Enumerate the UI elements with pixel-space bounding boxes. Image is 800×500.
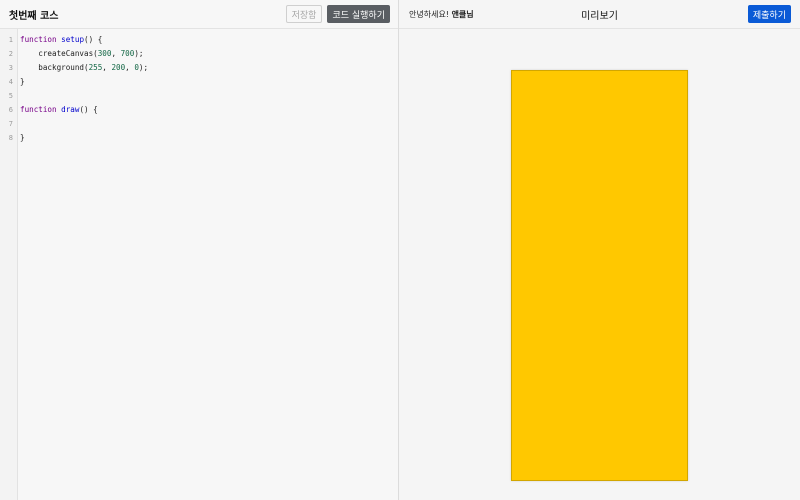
code-text: , (125, 63, 135, 72)
user-greeting: 안녕하세요! 앤클님 (409, 9, 474, 20)
preview-header: 안녕하세요! 앤클님 미리보기 제출하기 (399, 0, 800, 29)
editor-actions: 저장함 코드 실행하기 (285, 5, 390, 23)
line-number: 3 (8, 64, 13, 72)
code-line-5[interactable] (20, 89, 398, 103)
run-code-button[interactable]: 코드 실행하기 (327, 5, 390, 23)
line-number: 4 (8, 78, 13, 86)
line-number: 8 (8, 134, 13, 142)
line-number: 7 (8, 120, 13, 128)
code-text: () { (84, 35, 103, 44)
code-line-1[interactable]: function setup() { (20, 33, 398, 47)
submit-button[interactable]: 제출하기 (747, 5, 791, 23)
code-text: background( (20, 63, 89, 72)
code-editor[interactable]: 1 2 3 4 5 6 7 8 function setup() { creat… (0, 29, 398, 500)
editor-header: 첫번째 코스 저장함 코드 실행하기 (0, 0, 398, 29)
preview-pane: 안녕하세요! 앤클님 미리보기 제출하기 (399, 0, 800, 500)
save-button[interactable]: 저장함 (285, 5, 323, 23)
code-line-6[interactable]: function draw() { (20, 103, 398, 117)
sketch-canvas[interactable] (511, 70, 688, 481)
line-number: 6 (8, 106, 13, 114)
code-number: 255 (88, 63, 103, 72)
code-text: () { (79, 105, 98, 114)
code-line-2[interactable]: createCanvas(300, 700); (20, 47, 398, 61)
code-function-name: setup (61, 35, 85, 44)
code-text: , (111, 49, 121, 58)
code-content[interactable]: function setup() { createCanvas(300, 700… (18, 29, 398, 500)
course-title: 첫번째 코스 (9, 10, 59, 22)
line-number-gutter: 1 2 3 4 5 6 7 8 (0, 29, 18, 500)
code-number: 200 (111, 63, 126, 72)
code-line-4[interactable]: } (20, 75, 398, 89)
code-text: ); (134, 49, 144, 58)
code-function-name: draw (61, 105, 80, 114)
line-number: 5 (8, 92, 13, 100)
code-line-8[interactable]: } (20, 131, 398, 145)
code-keyword: function (20, 105, 57, 114)
line-number: 2 (8, 50, 13, 58)
editor-pane: 첫번째 코스 저장함 코드 실행하기 1 2 3 4 5 6 7 8 funct… (0, 0, 399, 500)
preview-title: 미리보기 (581, 10, 618, 22)
code-text: createCanvas( (20, 49, 98, 58)
line-number: 1 (8, 36, 13, 44)
user-name: 앤클님 (451, 9, 474, 19)
code-text: ); (138, 63, 149, 72)
code-line-3[interactable]: background(255, 200, 0); (20, 61, 398, 75)
code-number: 300 (97, 49, 112, 58)
app-root: 첫번째 코스 저장함 코드 실행하기 1 2 3 4 5 6 7 8 funct… (0, 0, 800, 500)
code-line-7[interactable] (20, 117, 398, 131)
code-keyword: function (20, 35, 57, 44)
greeting-text: 안녕하세요! (409, 9, 452, 19)
code-number: 700 (120, 49, 135, 58)
preview-area (399, 29, 800, 500)
